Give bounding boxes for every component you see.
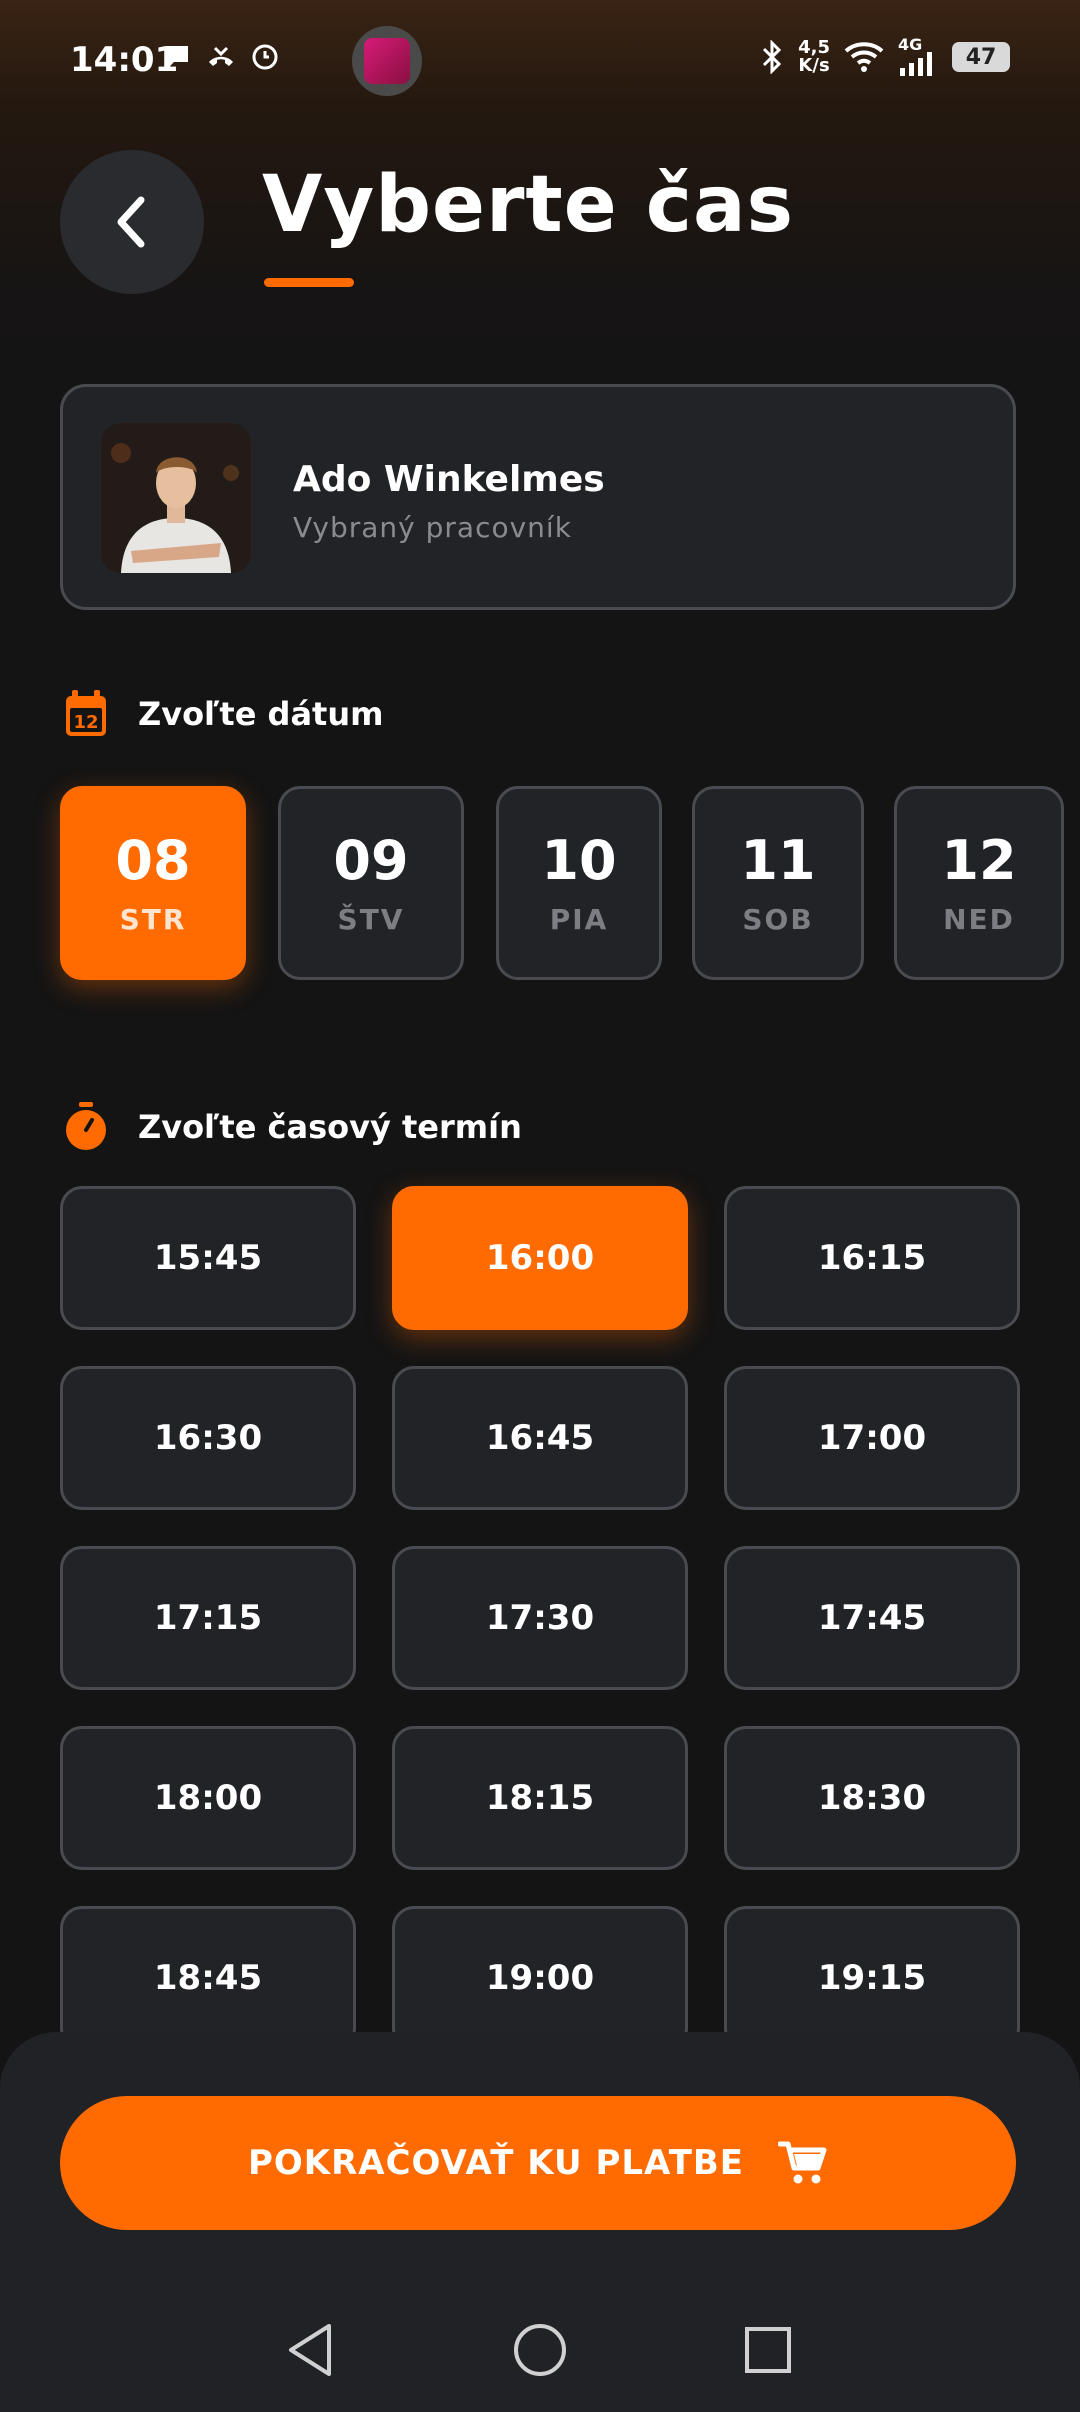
time-slot[interactable]: 16:00 — [392, 1186, 688, 1330]
status-app-avatar — [352, 26, 422, 96]
nav-recents-button[interactable] — [736, 2318, 800, 2382]
date-option[interactable]: 08 STR — [60, 786, 246, 980]
date-weekday: SOB — [742, 902, 814, 936]
time-slot[interactable]: 17:45 — [724, 1546, 1020, 1690]
worker-name: Ado Winkelmes — [293, 459, 605, 500]
page-title: Vyberte čas — [262, 160, 795, 250]
square-recents-icon — [745, 2327, 791, 2373]
cart-icon — [778, 2141, 827, 2184]
alarm-icon — [252, 44, 278, 70]
system-navigation-bar — [0, 2290, 1080, 2412]
time-slot[interactable]: 16:30 — [60, 1366, 356, 1510]
continue-to-payment-button[interactable]: POKRAČOVAŤ KU PLATBE — [60, 2096, 1016, 2230]
time-slot[interactable]: 19:15 — [724, 1906, 1020, 2050]
title-underline — [264, 278, 354, 287]
date-option[interactable]: 11 SOB — [692, 786, 864, 980]
time-slot[interactable]: 18:45 — [60, 1906, 356, 2050]
status-system-icons: 4,5 K/s 4G 47 — [760, 35, 1010, 76]
date-section-header: 12 Zvoľte dátum — [64, 690, 383, 738]
worker-avatar — [101, 423, 251, 573]
selected-worker-card[interactable]: Ado Winkelmes Vybraný pracovník — [60, 384, 1016, 610]
network-type: 4G — [898, 35, 923, 54]
bluetooth-icon — [763, 40, 782, 74]
time-slot[interactable]: 18:15 — [392, 1726, 688, 1870]
date-section-label: Zvoľte dátum — [138, 695, 384, 733]
date-option[interactable]: 09 ŠTV — [278, 786, 464, 980]
date-weekday: ŠTV — [337, 902, 405, 936]
missed-call-icon — [209, 46, 233, 66]
time-slot[interactable]: 17:30 — [392, 1546, 688, 1690]
chat-bubble-icon — [166, 46, 188, 68]
date-number: 12 — [941, 828, 1017, 892]
cellular-signal: 4G — [898, 35, 938, 76]
worker-role: Vybraný pracovník — [293, 511, 572, 544]
circle-home-icon — [514, 2324, 566, 2376]
date-number: 10 — [541, 828, 617, 892]
time-section-label: Zvoľte časový termín — [138, 1108, 522, 1146]
nav-home-button[interactable] — [508, 2318, 572, 2382]
time-section-header: Zvoľte časový termín — [64, 1102, 522, 1152]
date-weekday: NED — [943, 902, 1015, 936]
back-button[interactable] — [60, 150, 204, 294]
date-number: 08 — [115, 828, 191, 892]
time-slot[interactable]: 16:15 — [724, 1186, 1020, 1330]
wifi-icon — [844, 42, 884, 72]
time-slot[interactable]: 19:00 — [392, 1906, 688, 2050]
calendar-icon: 12 — [66, 690, 106, 736]
time-slot[interactable]: 17:00 — [724, 1366, 1020, 1510]
date-option[interactable]: 10 PIA — [496, 786, 662, 980]
battery-indicator: 47 — [952, 42, 1010, 72]
signal-bars-icon — [900, 52, 932, 76]
time-slot[interactable]: 16:45 — [392, 1366, 688, 1510]
date-weekday: STR — [119, 902, 187, 936]
network-speed-unit: K/s — [798, 55, 830, 76]
date-option[interactable]: 12 NED — [894, 786, 1064, 980]
triangle-back-icon — [289, 2324, 331, 2376]
date-number: 09 — [333, 828, 409, 892]
nav-back-button[interactable] — [278, 2318, 342, 2382]
stopwatch-icon — [66, 1102, 106, 1150]
time-slot[interactable]: 15:45 — [60, 1186, 356, 1330]
status-notification-icons — [162, 42, 280, 72]
date-number: 11 — [740, 828, 816, 892]
time-slot[interactable]: 18:00 — [60, 1726, 356, 1870]
chevron-left-icon — [117, 196, 145, 248]
network-speed: 4,5 K/s — [798, 39, 830, 75]
date-weekday: PIA — [549, 902, 609, 936]
cta-label: POKRAČOVAŤ KU PLATBE — [247, 2143, 745, 2183]
time-slot[interactable]: 17:15 — [60, 1546, 356, 1690]
status-bar: 14:01 4,5 K/s 4G 47 — [0, 0, 1080, 120]
calendar-icon-day: 12 — [73, 712, 98, 733]
time-slot[interactable]: 18:30 — [724, 1726, 1020, 1870]
